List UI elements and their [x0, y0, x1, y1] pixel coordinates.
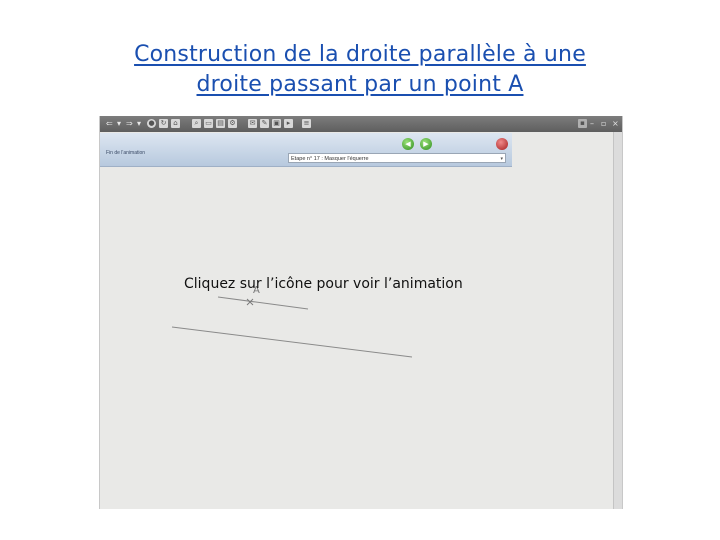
parallel-line [217, 296, 309, 310]
given-line [171, 326, 413, 358]
geometry-figure [171, 296, 413, 358]
play-instruction[interactable]: Cliquez sur l’icône pour voir l’animatio… [184, 276, 463, 292]
